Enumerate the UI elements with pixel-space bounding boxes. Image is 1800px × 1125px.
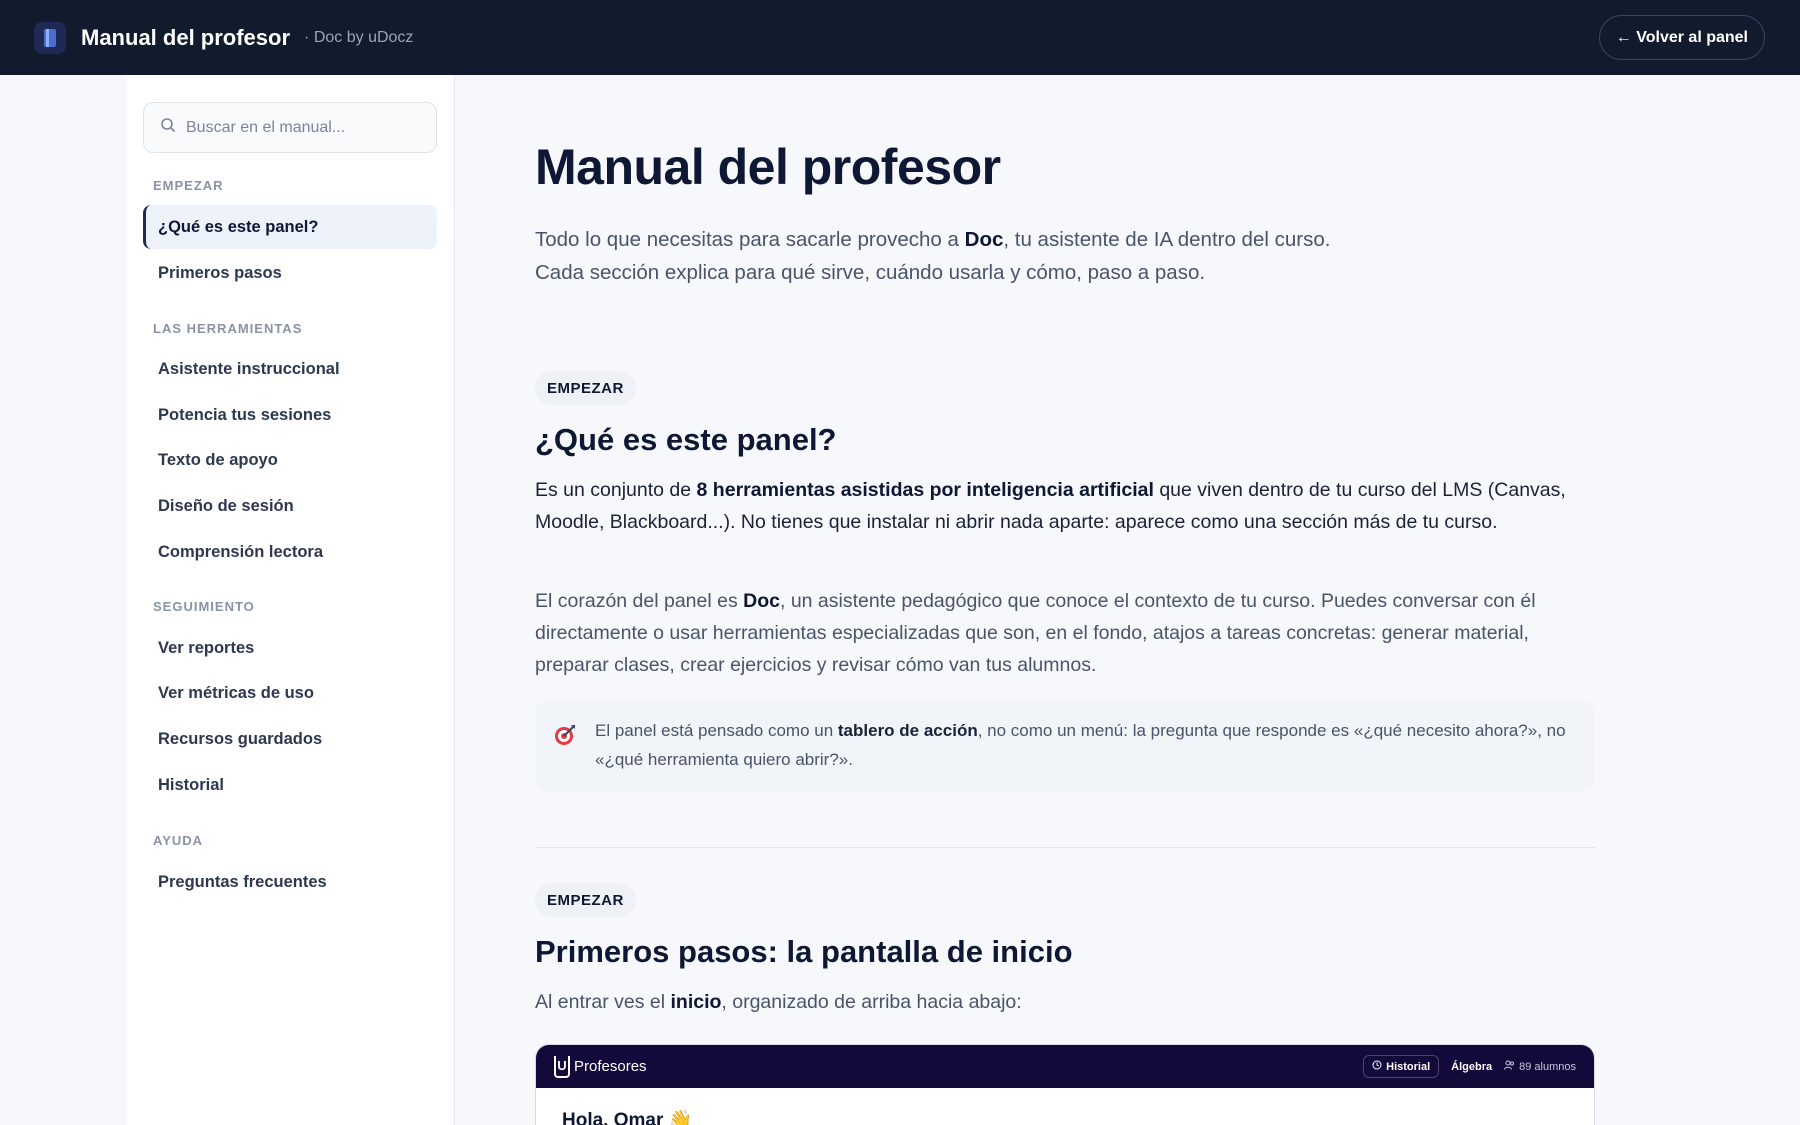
sidebar-item-diseno-sesion[interactable]: Diseño de sesión	[143, 484, 437, 528]
preview-greeting: Hola, Omar 👋	[562, 1110, 693, 1125]
sidebar-item-texto-apoyo[interactable]: Texto de apoyo	[143, 438, 437, 482]
main-content: Manual del profesor Todo lo que necesita…	[535, 75, 1595, 1125]
section-title-que-es: ¿Qué es este panel?	[535, 422, 837, 457]
sidebar-item-ver-metricas[interactable]: Ver métricas de uso	[143, 671, 437, 715]
top-bar: Manual del profesor · Doc by uDocz ← Vol…	[0, 0, 1800, 75]
sidebar-item-que-es-este-panel[interactable]: ¿Qué es este panel?	[143, 205, 437, 249]
app-title: Manual del profesor	[81, 24, 291, 50]
section-paragraph: Es un conjunto de 8 herramientas asistid…	[535, 479, 1566, 533]
page-lead: Todo lo que necesitas para sacarle prove…	[535, 228, 1331, 284]
nav-section-seguimiento: SEGUIMIENTO	[153, 599, 255, 614]
search-icon	[160, 117, 176, 138]
app-subtitle: · Doc by uDocz	[304, 28, 414, 46]
preview-history-button: Historial	[1363, 1055, 1440, 1078]
nav-section-ayuda: AYUDA	[153, 833, 204, 848]
preview-course: Álgebra	[1451, 1060, 1493, 1073]
preview-students: 89 alumnos	[1504, 1060, 1576, 1073]
preview-title: Profesores	[574, 1058, 647, 1075]
sidebar-item-preguntas-frecuentes[interactable]: Preguntas frecuentes	[143, 860, 437, 904]
search-input[interactable]	[186, 118, 426, 137]
sidebar-item-primeros-pasos[interactable]: Primeros pasos	[143, 251, 437, 295]
sidebar-item-comprension-lectora[interactable]: Comprensión lectora	[143, 530, 437, 574]
history-icon	[1372, 1060, 1382, 1073]
tip-callout: El panel está pensado como un tablero de…	[535, 701, 1595, 791]
section-paragraph: El corazón del panel es Doc, un asistent…	[535, 590, 1536, 676]
sidebar-item-ver-reportes[interactable]: Ver reportes	[143, 626, 437, 670]
preview-header-actions: Historial Álgebra 89 alumnos	[1363, 1055, 1576, 1078]
nav-section-herramientas: LAS HERRAMIENTAS	[153, 321, 303, 336]
search-box[interactable]	[143, 102, 437, 153]
preview-top-bar: U Profesores Historial Álgebra 89 alumno…	[536, 1045, 1594, 1088]
nav-section-empezar: EMPEZAR	[153, 178, 224, 193]
section-badge: EMPEZAR	[535, 371, 636, 405]
sidebar-item-potencia-sesiones[interactable]: Potencia tus sesiones	[143, 393, 437, 437]
book-logo-icon	[34, 21, 66, 54]
sidebar-item-asistente-instruccional[interactable]: Asistente instruccional	[143, 347, 437, 391]
section-divider	[535, 847, 1595, 848]
back-to-panel-button[interactable]: ← Volver al panel	[1598, 15, 1765, 60]
section-badge: EMPEZAR	[535, 883, 636, 917]
sidebar-item-historial[interactable]: Historial	[143, 763, 437, 807]
section-paragraph: Al entrar ves el inicio, organizado de a…	[535, 991, 1022, 1013]
users-icon	[1504, 1060, 1515, 1073]
home-screen-preview: U Profesores Historial Álgebra 89 alumno…	[535, 1044, 1595, 1125]
page-title: Manual del profesor	[535, 139, 1001, 195]
target-icon	[553, 723, 577, 756]
sidebar-item-recursos-guardados[interactable]: Recursos guardados	[143, 717, 437, 761]
section-title-primeros-pasos: Primeros pasos: la pantalla de inicio	[535, 934, 1073, 969]
sidebar: EMPEZAR ¿Qué es este panel? Primeros pas…	[127, 75, 455, 1125]
preview-logo: U	[554, 1055, 570, 1078]
